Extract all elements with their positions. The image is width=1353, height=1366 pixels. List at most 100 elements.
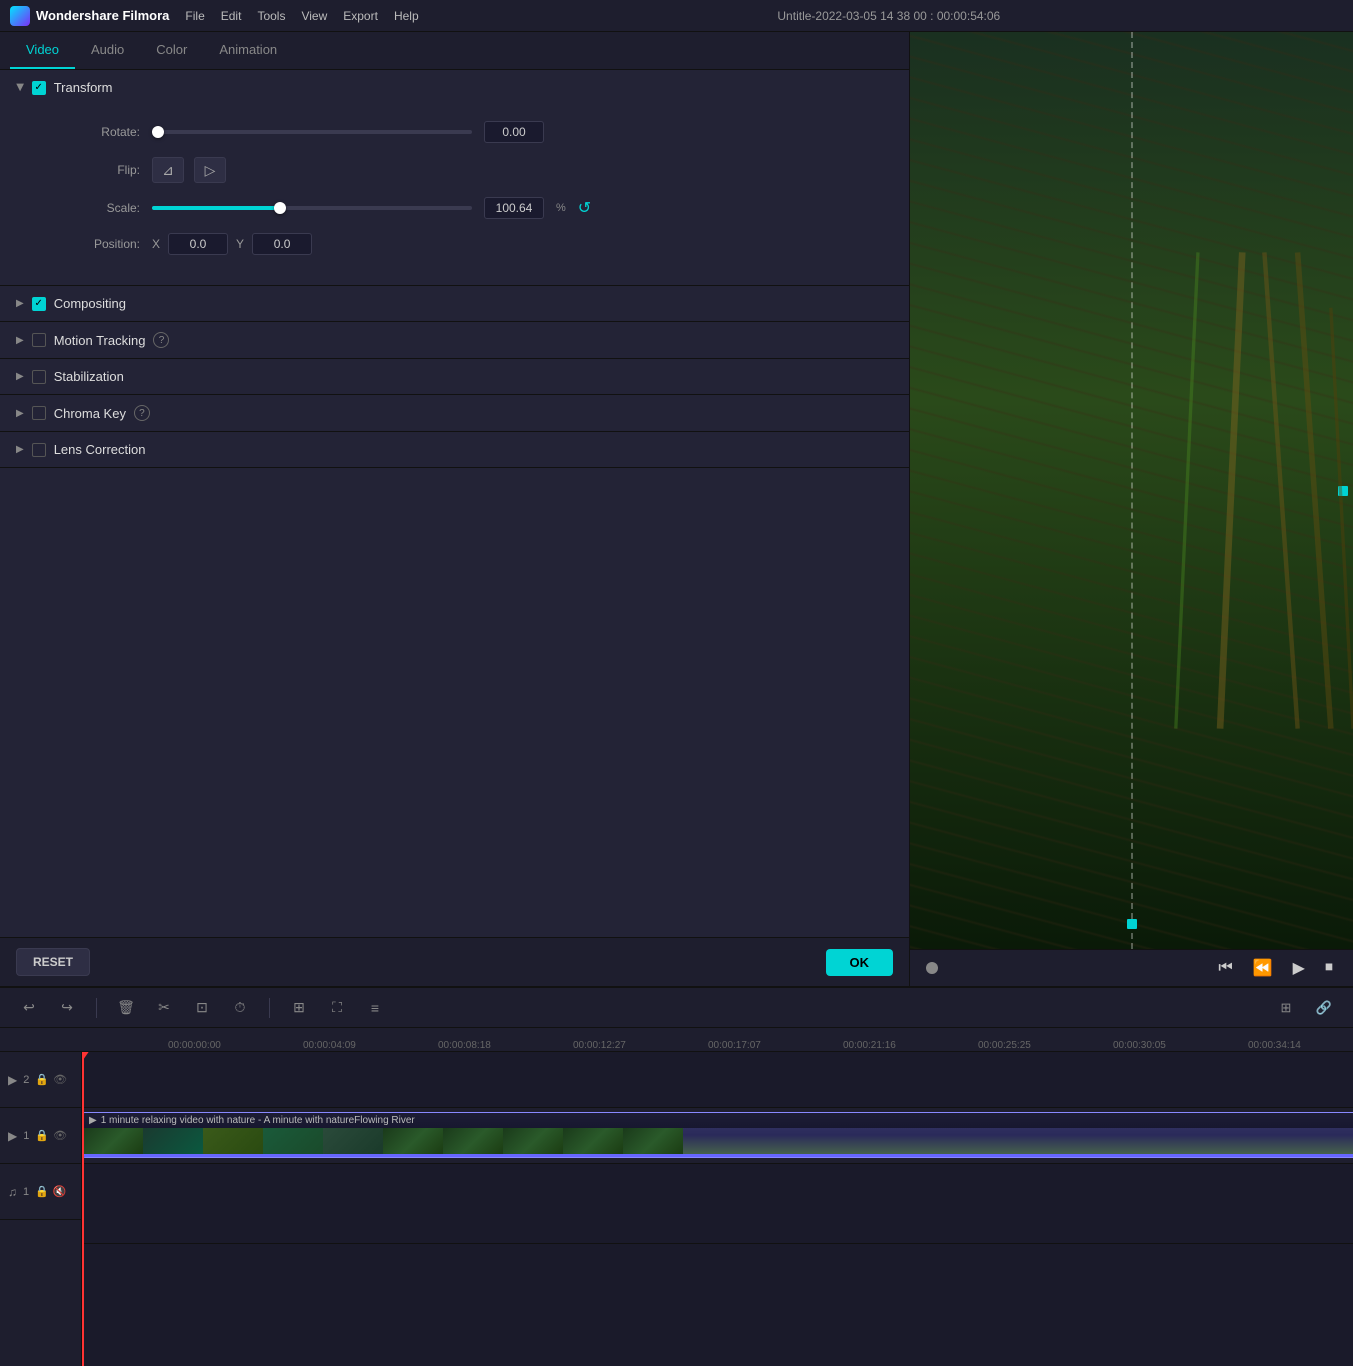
- section-motion-tracking-header[interactable]: ▶ Motion Tracking ?: [0, 322, 909, 358]
- snap-button[interactable]: ⊞: [1273, 995, 1299, 1021]
- section-compositing-header[interactable]: ▶ Compositing: [0, 286, 909, 321]
- track-v2-icon: ▶: [8, 1073, 17, 1087]
- track-a1-icon: ♫: [8, 1185, 17, 1199]
- delete-button[interactable]: 🗑: [113, 995, 139, 1021]
- step-back-button[interactable]: ⏮: [1214, 957, 1236, 979]
- toolbar-separator-2: [269, 998, 270, 1018]
- zoom-button[interactable]: ⊞: [286, 995, 312, 1021]
- compositing-chevron-icon: ▶: [16, 298, 24, 309]
- rotate-slider[interactable]: [152, 130, 472, 134]
- clip-thumb-6: [383, 1128, 443, 1157]
- clip-thumb-2: [143, 1128, 203, 1157]
- video-clip[interactable]: ▶ 1 minute relaxing video with nature - …: [82, 1112, 1353, 1158]
- timeline-playhead[interactable]: [82, 1052, 84, 1366]
- track-a1-lock-button[interactable]: 🔒: [35, 1185, 49, 1198]
- track-labels: ▶ 2 🔒 👁 ▶ 1 🔒 👁 ♫ 1: [0, 1052, 82, 1366]
- section-chroma-key-header[interactable]: ▶ Chroma Key ?: [0, 395, 909, 431]
- tab-audio[interactable]: Audio: [75, 32, 140, 69]
- scale-slider[interactable]: [152, 206, 472, 210]
- position-x-input[interactable]: [168, 233, 228, 255]
- motion-tracking-help-icon[interactable]: ?: [153, 332, 169, 348]
- stabilization-checkbox[interactable]: [32, 370, 46, 384]
- lens-correction-chevron-icon: ▶: [16, 444, 24, 455]
- track-label-v2: ▶ 2 🔒 👁: [0, 1052, 81, 1108]
- preview-area: [910, 32, 1353, 949]
- motion-tracking-chevron-icon: ▶: [16, 335, 24, 346]
- clip-thumb-9: [563, 1128, 623, 1157]
- stabilization-chevron-icon: ▶: [16, 371, 24, 382]
- play-button[interactable]: ▶: [1289, 956, 1309, 980]
- ruler-mark-6: 00:00:25:25: [974, 1040, 1109, 1051]
- section-transform-header[interactable]: ▶ Transform: [0, 70, 909, 105]
- lens-correction-checkbox[interactable]: [32, 443, 46, 457]
- track-a1-mute-button[interactable]: 🔇: [53, 1185, 67, 1198]
- chroma-key-help-icon[interactable]: ?: [134, 405, 150, 421]
- transform-content: Rotate: Flip: ⊿ ▷: [0, 105, 909, 285]
- position-y-input[interactable]: [252, 233, 312, 255]
- ruler-mark-7: 00:00:30:05: [1109, 1040, 1244, 1051]
- toolbar-separator-1: [96, 998, 97, 1018]
- slow-playback-button[interactable]: ⏪: [1249, 956, 1277, 980]
- menu-export[interactable]: Export: [343, 9, 378, 23]
- window-title: Untitle-2022-03-05 14 38 00 : 00:00:54:0…: [435, 9, 1343, 23]
- pos-y-label: Y: [236, 237, 244, 251]
- motion-tracking-title: Motion Tracking: [54, 333, 146, 348]
- tab-video[interactable]: Video: [10, 32, 75, 69]
- track-row-v1: ▶ 1 minute relaxing video with nature - …: [82, 1108, 1353, 1164]
- preview-overlay-svg: [910, 32, 1353, 949]
- menu-edit[interactable]: Edit: [221, 9, 242, 23]
- crop-button[interactable]: ⊡: [189, 995, 215, 1021]
- scale-unit: %: [556, 202, 566, 214]
- track-v1-icon: ▶: [8, 1129, 17, 1143]
- scale-reset-button[interactable]: ↺: [578, 198, 591, 218]
- flip-horizontal-button[interactable]: ⊿: [152, 157, 184, 183]
- tab-color[interactable]: Color: [140, 32, 203, 69]
- undo-button[interactable]: ↩: [16, 995, 42, 1021]
- transform-checkbox[interactable]: [32, 81, 46, 95]
- menu-help[interactable]: Help: [394, 9, 419, 23]
- flip-vertical-button[interactable]: ▷: [194, 157, 226, 183]
- section-lens-correction: ▶ Lens Correction: [0, 432, 909, 468]
- rotate-input[interactable]: [484, 121, 544, 143]
- clip-thumb-4: [263, 1128, 323, 1157]
- reset-button[interactable]: RESET: [16, 948, 90, 976]
- stop-button[interactable]: ⏹: [1321, 957, 1337, 979]
- menu-view[interactable]: View: [301, 9, 327, 23]
- track-v2-eye-button[interactable]: 👁: [53, 1073, 67, 1086]
- link-button[interactable]: 🔗: [1311, 995, 1337, 1021]
- redo-button[interactable]: ↪: [54, 995, 80, 1021]
- ok-button[interactable]: OK: [826, 949, 894, 976]
- ruler-mark-3: 00:00:12:27: [569, 1040, 704, 1051]
- cut-button[interactable]: ✂: [151, 995, 177, 1021]
- menu-tools[interactable]: Tools: [257, 9, 285, 23]
- main-layout: Video Audio Color Animation ▶ Transform …: [0, 32, 1353, 986]
- panel-footer: RESET OK: [0, 937, 909, 986]
- clip-thumb-1: [83, 1128, 143, 1157]
- timeline-tracks: ▶ 2 🔒 👁 ▶ 1 🔒 👁 ♫ 1: [0, 1052, 1353, 1366]
- speed-button[interactable]: ⏱: [227, 995, 253, 1021]
- ruler-mark-2: 00:00:08:18: [434, 1040, 569, 1051]
- track-v1-eye-button[interactable]: 👁: [53, 1129, 67, 1142]
- track-label-v1: ▶ 1 🔒 👁: [0, 1108, 81, 1164]
- scale-input[interactable]: [484, 197, 544, 219]
- fullscreen-button[interactable]: ⛶: [324, 995, 350, 1021]
- tab-animation[interactable]: Animation: [203, 32, 293, 69]
- section-stabilization-header[interactable]: ▶ Stabilization: [0, 359, 909, 394]
- track-v2-lock-button[interactable]: 🔒: [35, 1073, 49, 1086]
- compositing-checkbox[interactable]: [32, 297, 46, 311]
- track-row-a1: [82, 1164, 1353, 1244]
- clip-thumb-8: [503, 1128, 563, 1157]
- ruler-mark-8: 00:00:34:14: [1244, 1040, 1353, 1051]
- motion-tracking-checkbox[interactable]: [32, 333, 46, 347]
- settings-button[interactable]: ≡: [362, 995, 388, 1021]
- chroma-key-checkbox[interactable]: [32, 406, 46, 420]
- track-v2-controls: 🔒 👁: [35, 1073, 67, 1086]
- section-lens-correction-header[interactable]: ▶ Lens Correction: [0, 432, 909, 467]
- tracks-content: ▶ 1 minute relaxing video with nature - …: [82, 1052, 1353, 1366]
- track-v1-lock-button[interactable]: 🔒: [35, 1129, 49, 1142]
- menu-file[interactable]: File: [185, 9, 204, 23]
- track-label-a1: ♫ 1 🔒 🔇: [0, 1164, 81, 1220]
- rotate-row: Rotate:: [60, 121, 869, 143]
- tab-bar: Video Audio Color Animation: [0, 32, 909, 70]
- compositing-title: Compositing: [54, 296, 126, 311]
